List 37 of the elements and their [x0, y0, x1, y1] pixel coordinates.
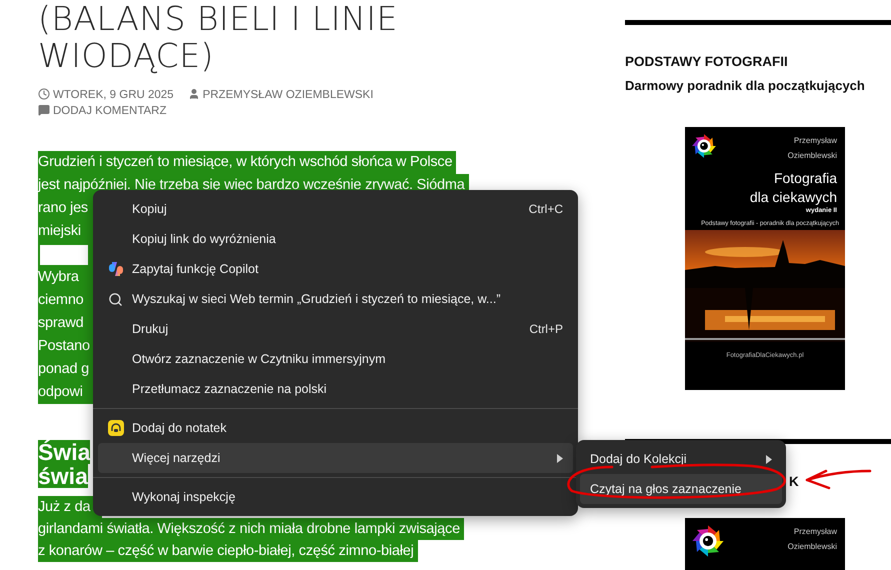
comment-icon: [38, 104, 50, 116]
menu-item[interactable]: Więcej narzędzi: [98, 443, 573, 473]
cover-title: Fotografia: [772, 169, 838, 188]
cover-author: Oziemblewski: [788, 150, 837, 162]
cover-title: dla ciekawych: [748, 188, 838, 207]
highlighted-text: girlandami światła. Większość z nich miała drobne lampki zwisające: [38, 518, 464, 540]
shortcut-label: Ctrl+P: [529, 322, 563, 336]
article-title: WIODĄCE): [38, 37, 215, 74]
cover-author: Przemysław: [792, 526, 837, 538]
annotation-arrow: [806, 470, 872, 490]
section-heading: Świa: [38, 440, 90, 464]
book-cover[interactable]: Przemysław Oziemblewski: [685, 518, 845, 570]
comment-link[interactable]: DODAJ KOMENTARZ: [53, 105, 167, 117]
chevron-icon: [557, 454, 563, 462]
widget-subtitle: Darmowy poradnik dla początkujących: [625, 78, 866, 93]
widget-title: K: [789, 474, 799, 489]
widget-title: PODSTAWY FOTOGRAFII: [625, 54, 789, 69]
notes-icon: [108, 420, 124, 436]
cover-author: Przemysław: [792, 135, 837, 147]
article-title: (BALANS BIELI I LINIE: [38, 0, 399, 37]
clock-icon: [38, 88, 50, 100]
menu-item[interactable]: Dodaj do notatek: [98, 413, 573, 443]
search-icon: [108, 292, 123, 306]
cover-author: Oziemblewski: [788, 541, 837, 553]
meta-text: WTOREK, 9 GRU 2025: [53, 89, 174, 101]
highlighted-text: z konarów – część w barwie ciepło-białej, część zimno-białej: [38, 540, 418, 562]
person-icon: [188, 88, 200, 100]
meta-text[interactable]: PRZEMYSŁAW OZIEMBLEWSKI: [202, 89, 374, 101]
menu-item[interactable]: Dodaj do Kolekcji: [580, 444, 782, 474]
copilot-icon: [108, 261, 124, 277]
aperture-logo-icon: [691, 133, 717, 159]
menu-item[interactable]: Czytaj na głos zaznaczenie: [580, 474, 782, 504]
chevron-icon: [766, 454, 772, 464]
aperture-logo-icon: [691, 524, 725, 558]
section-heading: świa: [38, 464, 88, 488]
highlighted-text: Grudzień i styczeń to miesiące, w których wschód słońca w Polsce: [38, 151, 456, 174]
shortcut-label: Ctrl+C: [528, 202, 563, 216]
